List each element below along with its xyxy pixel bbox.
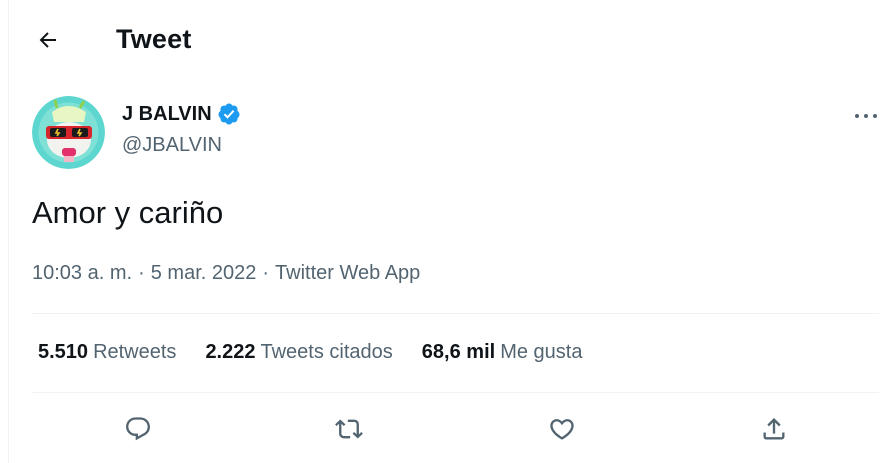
share-button[interactable] xyxy=(754,409,794,449)
engagement-stats: 5.510 Retweets 2.222 Tweets citados 68,6 m… xyxy=(38,341,611,364)
author-name-row[interactable]: J BALVIN xyxy=(122,102,241,126)
reply-button[interactable] xyxy=(118,409,158,449)
quotes-label: Tweets citados xyxy=(260,341,393,363)
more-options-button[interactable] xyxy=(850,104,882,128)
like-button[interactable] xyxy=(542,409,582,449)
meta-separator: · xyxy=(138,262,145,284)
retweets-label: Retweets xyxy=(93,341,177,363)
author-handle[interactable]: @JBALVIN xyxy=(122,134,222,157)
quotes-stat[interactable]: 2.222 Tweets citados xyxy=(205,341,392,364)
meta-separator: · xyxy=(262,262,270,284)
back-button[interactable] xyxy=(30,22,66,58)
likes-stat[interactable]: 68,6 mil Me gusta xyxy=(422,341,583,364)
author-name: J BALVIN xyxy=(122,102,212,125)
tweet-time[interactable]: 10:03 a. m. xyxy=(32,262,132,285)
retweets-count: 5.510 xyxy=(38,341,89,363)
avatar[interactable] xyxy=(32,96,105,169)
action-bar xyxy=(0,409,895,449)
retweet-button[interactable] xyxy=(329,409,369,449)
more-horizontal-icon xyxy=(855,114,877,118)
quotes-count: 2.222 xyxy=(205,341,256,363)
tweet-meta: 10:03 a. m. · 5 mar. 2022 · Twitter Web … xyxy=(32,262,420,285)
likes-label: Me gusta xyxy=(500,341,583,363)
tweet-text: Amor y cariño xyxy=(32,195,224,230)
verified-badge-icon xyxy=(217,102,241,126)
retweet-icon xyxy=(335,419,363,439)
divider xyxy=(32,313,879,314)
share-icon xyxy=(763,418,785,440)
heart-icon xyxy=(550,419,574,440)
page-title: Tweet xyxy=(116,24,192,54)
likes-count: 68,6 mil xyxy=(421,341,496,363)
arrow-left-icon xyxy=(39,32,56,48)
avatar-image xyxy=(32,96,105,169)
divider xyxy=(32,392,879,393)
tweet-source[interactable]: Twitter Web App xyxy=(275,262,420,285)
tweet-date[interactable]: 5 mar. 2022 xyxy=(151,262,257,285)
retweets-stat[interactable]: 5.510 Retweets xyxy=(38,341,176,364)
reply-icon xyxy=(126,417,150,441)
page-header: Tweet xyxy=(0,0,895,80)
